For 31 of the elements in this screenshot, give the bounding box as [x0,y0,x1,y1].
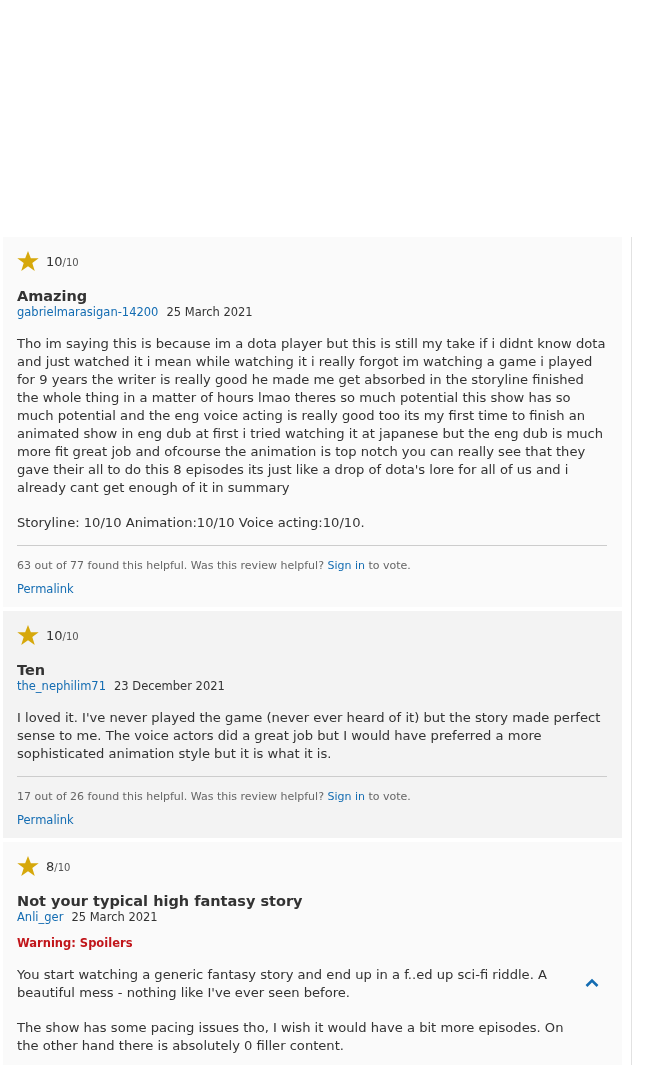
rating-scale: /10 [54,861,71,873]
spoiler-warning: Warning: Spoilers [17,936,134,950]
review-text: I loved it. I've never played the game (never ever heard of it) but the story made perfect sense to me. The voice actors did a great job but I would have preferred a more sophisticated animation style but it is what it is. [17,709,602,763]
star-icon [17,624,39,646]
sign-in-link[interactable]: Sign in [327,559,365,572]
rating-score: 10 [46,253,63,269]
review-date: 25 March 2021 [166,305,253,319]
review-text: Tho im saying this is because im a dota player but this is still my take if i didnt know dota and just watched it i mean while watching it i really forgot im watching a game i played for 9 years the writer is really good he made me get absorbed in the storyline finished the whole thing in a matter of hours lmao theres so much potential this show has so much potential and the eng voice acting is really good too its my first time to finish an animated show in eng dub at first i tried watching it at japanese but the eng dub is much more fit great job and ofcourse the animation is top notch you can really see that they gave their all to do this 8 episodes its just like a drop of dota's lore for all of us and i already cant get enough of it in summary [17,335,607,497]
review-text: The show has some pacing issues tho, I wish it would have a bit more episodes. On the other hand there is absolutely 0 filler content. [17,1019,565,1055]
helpful-votes-text: 63 out of 77 found this helpful. Was this review helpful? Sign in to vote. [17,559,412,572]
review-date: 25 March 2021 [71,910,158,924]
caret-icon[interactable] [585,978,599,987]
review-text: You start watching a generic fantasy story and end up in a f..ed up sci-fi riddle. A beautiful mess - nothing like I've ever seen before. [17,966,548,1002]
author-link[interactable]: gabrielmarasigan-14200 [17,305,159,319]
rating-score: 10 [46,627,63,643]
permalink-link[interactable]: Permalink [17,582,74,596]
star-icon [17,250,39,272]
author-link[interactable]: Anli_ger [17,910,64,924]
review-date: 23 December 2021 [114,679,225,693]
rating-scale: /10 [62,630,79,642]
author-link[interactable]: the_nephilim71 [17,679,106,693]
rating-score: 8 [46,858,55,874]
review-title: Ten [17,661,47,679]
sign-in-link[interactable]: Sign in [327,790,365,803]
rating-scale: /10 [62,256,79,268]
star-icon [17,855,39,877]
review-title: Not your typical high fantasy story [17,892,304,910]
helpful-votes-text: 17 out of 26 found this helpful. Was this review helpful? Sign in to vote. [17,790,412,803]
review-title: Amazing [17,287,89,305]
review-text: Storyline: 10/10 Animation:10/10 Voice acting:10/10. [17,514,366,532]
permalink-link[interactable]: Permalink [17,813,74,827]
